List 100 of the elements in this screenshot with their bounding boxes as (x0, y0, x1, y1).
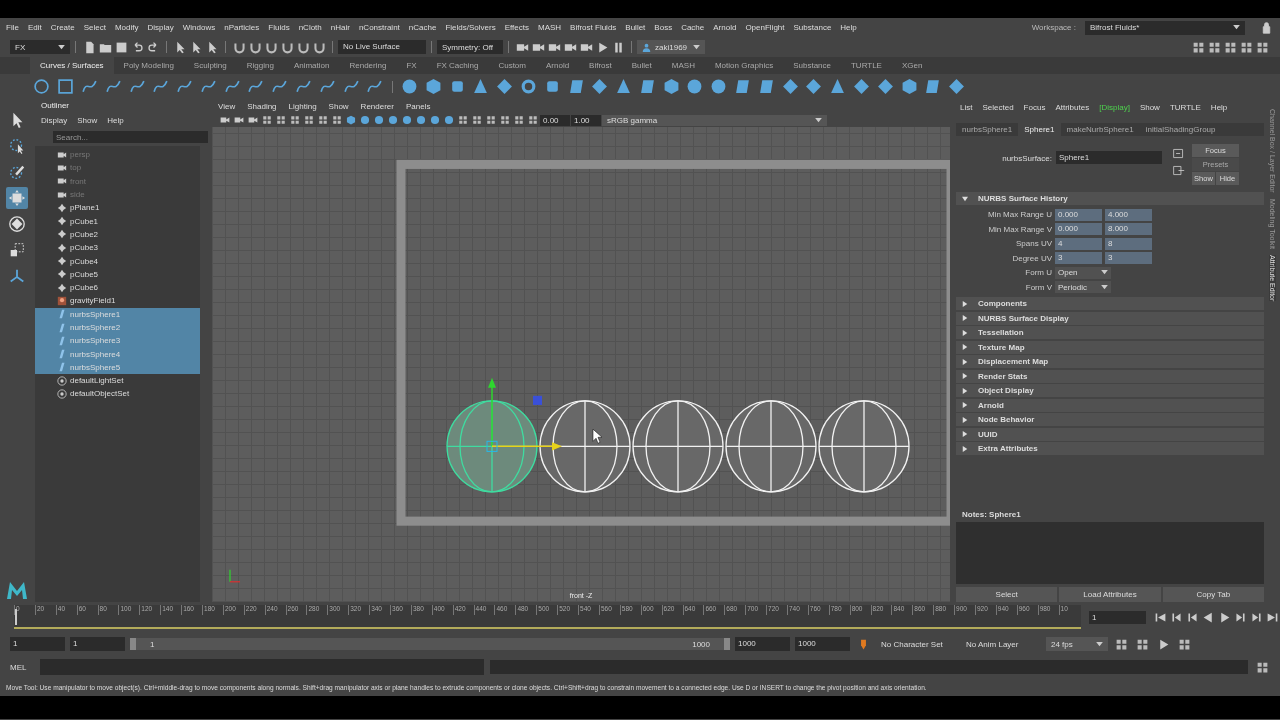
expand-arrow-icon[interactable] (962, 373, 968, 379)
expand-arrow-icon[interactable] (962, 402, 968, 408)
menu-item[interactable]: Show (77, 115, 98, 125)
outliner-item[interactable]: pCube2 (35, 227, 200, 242)
shelf-tab[interactable]: Custom (488, 57, 536, 74)
grid-icon[interactable] (1239, 40, 1253, 54)
menu-item[interactable]: nHair (330, 23, 350, 32)
outliner-item[interactable]: pCube5 (35, 267, 200, 281)
shelf-tab[interactable]: FX Caching (426, 57, 489, 74)
grid-icon[interactable] (289, 115, 300, 125)
shelf-tab[interactable]: Substance (783, 57, 841, 74)
curve-icon[interactable] (176, 78, 194, 95)
menu-item[interactable]: nCache (408, 23, 437, 32)
attribute-field[interactable]: 0.000 (1055, 208, 1102, 221)
grid-icon[interactable] (1207, 40, 1221, 54)
curve-icon[interactable] (318, 78, 336, 95)
anim-layer-dropdown[interactable]: No Anim Layer (961, 637, 1041, 651)
expand-arrow-icon[interactable] (962, 358, 968, 365)
grid-icon[interactable] (1135, 637, 1149, 651)
node-tab[interactable]: initialShadingGroup (1139, 123, 1222, 136)
menu-item[interactable]: OpenFlight (745, 23, 785, 32)
grid-icon[interactable] (261, 115, 272, 125)
plane-icon[interactable] (638, 78, 656, 95)
symmetry-dropdown[interactable]: Symmetry: Off (437, 40, 503, 54)
menu-item[interactable]: nParticles (224, 23, 260, 32)
grid-icon[interactable] (1114, 637, 1128, 651)
outliner-item[interactable]: pCube4 (35, 254, 200, 268)
curve-icon[interactable] (104, 78, 122, 95)
cube-icon[interactable] (662, 78, 680, 95)
step-back-icon[interactable] (1169, 610, 1183, 624)
section-header[interactable]: Components (956, 297, 1264, 310)
section-header[interactable]: Node Behavior (956, 413, 1264, 426)
camera-icon[interactable] (247, 115, 258, 125)
menu-item[interactable]: nCloth (298, 23, 322, 32)
expand-arrow-icon[interactable] (962, 416, 968, 423)
menu-item[interactable]: Focus (1023, 102, 1046, 112)
shelf-tab[interactable]: Rigging (236, 57, 284, 74)
menu-item[interactable]: List (960, 102, 973, 112)
grid-icon[interactable] (457, 115, 468, 125)
curve-icon[interactable] (247, 78, 265, 95)
sphere-icon[interactable] (359, 115, 370, 125)
curve-icon[interactable] (295, 78, 312, 95)
diamond-icon[interactable] (591, 78, 609, 95)
outliner-item[interactable]: defaultObjectSet (35, 387, 200, 401)
grid-icon[interactable] (303, 115, 314, 125)
start-frame-field[interactable]: 1 (10, 637, 65, 651)
panel-button[interactable]: Select (956, 587, 1058, 602)
diamond-icon[interactable] (852, 78, 870, 95)
shelf-tab[interactable]: Animation (283, 57, 340, 74)
current-frame-field[interactable]: 1 (1089, 610, 1146, 624)
menu-item[interactable]: MASH (537, 23, 562, 32)
menu-item[interactable]: Help (107, 115, 124, 125)
sphere-icon[interactable] (710, 78, 728, 95)
menu-item[interactable]: Selected (982, 102, 1014, 112)
attribute-dropdown[interactable]: Periodic (1055, 281, 1111, 294)
curve-icon[interactable] (152, 78, 170, 95)
magnet-icon[interactable] (264, 40, 278, 54)
camera-icon[interactable] (233, 115, 244, 125)
step-forward-icon[interactable] (1233, 610, 1247, 624)
shelf-tab[interactable]: Bifrost (579, 57, 622, 74)
curve-icon[interactable] (223, 78, 241, 95)
menu-item[interactable]: Panels (405, 101, 431, 111)
plane-icon[interactable] (924, 78, 942, 95)
sphere-icon[interactable] (387, 115, 398, 125)
expand-arrow-icon[interactable] (962, 431, 968, 437)
magnet-icon[interactable] (280, 40, 294, 54)
section-header[interactable]: Displacement Map (956, 355, 1264, 368)
expand-arrow-icon[interactable] (962, 344, 968, 350)
save-icon[interactable] (114, 40, 128, 54)
plane-icon[interactable] (734, 78, 752, 95)
menu-item[interactable]: Display (41, 115, 68, 125)
shelf-tab[interactable]: MASH (661, 57, 705, 74)
magnet-icon[interactable] (296, 40, 310, 54)
grid-icon[interactable] (513, 115, 524, 125)
gamma-field[interactable]: 1.00 (571, 114, 601, 126)
step-back-icon[interactable] (1185, 610, 1199, 624)
sphere-icon[interactable] (443, 115, 454, 125)
skip-forward-icon[interactable] (1265, 610, 1279, 624)
menu-item[interactable]: Cache (681, 23, 705, 32)
exposure-field[interactable]: 0.00 (540, 114, 570, 126)
sphere-icon[interactable] (686, 78, 704, 95)
shelf-tab[interactable]: TURTLE (841, 57, 892, 74)
cone-icon[interactable] (615, 78, 633, 95)
sphere-icon[interactable] (401, 115, 412, 125)
menu-item[interactable]: Renderer (360, 101, 394, 111)
move-manipulator[interactable] (486, 377, 562, 452)
load-icon[interactable] (1171, 147, 1185, 160)
fps-dropdown[interactable]: 24 fps (1046, 637, 1108, 651)
cube-icon[interactable] (345, 115, 356, 125)
menu-item[interactable]: Shading (247, 101, 277, 111)
magnet-icon[interactable] (248, 40, 262, 54)
camera-icon[interactable] (219, 115, 230, 125)
plane-icon[interactable] (567, 78, 585, 95)
grid-icon[interactable] (275, 115, 286, 125)
magnet-icon[interactable] (312, 40, 326, 54)
grid-icon[interactable] (471, 115, 482, 125)
command-field[interactable] (40, 659, 484, 675)
outliner-item[interactable]: pCube6 (35, 280, 200, 295)
curve-icon[interactable] (342, 78, 360, 95)
outliner-item[interactable]: gravityField1 (35, 294, 200, 308)
